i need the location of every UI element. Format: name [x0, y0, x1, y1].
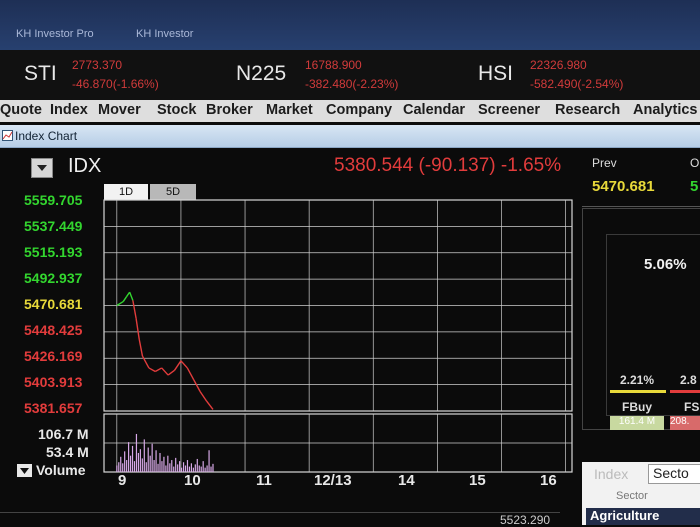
chevron-down-icon [20, 468, 29, 474]
price-line-segment [180, 360, 188, 369]
x-tick-label: 9 [118, 472, 127, 489]
prev-close-value: 5470.681 [592, 178, 655, 195]
volume-dropdown-button[interactable] [17, 464, 32, 477]
price-line-segment [132, 300, 137, 319]
fbuy-value: 161.4 M [610, 416, 664, 430]
tab-sector[interactable]: Secto [648, 464, 700, 484]
price-line-segment [138, 339, 144, 357]
price-line-segment [125, 291, 131, 298]
volume-label: Volume [36, 462, 86, 478]
price-line-segment [167, 369, 175, 376]
x-tick-label: 14 [398, 472, 415, 489]
sector-panel: Index Secto Sector Agriculture [582, 462, 700, 525]
price-line-segment [161, 367, 169, 376]
divider [582, 206, 700, 207]
price-line-segment [148, 367, 156, 373]
prev-label: Prev [592, 156, 617, 170]
fbuy-pct: 2.21% [620, 373, 655, 387]
price-line-segment [128, 291, 134, 301]
open-label: O [690, 156, 700, 170]
sector-column-header[interactable]: Sector [616, 490, 648, 502]
volume-tick-label: 53.4 M [46, 444, 89, 460]
price-line-segment [135, 318, 140, 340]
fbuy-label: FBuy [622, 400, 652, 414]
price-line-segment [193, 379, 201, 392]
grid-lines [104, 200, 572, 472]
open-value-cut: 5 [690, 178, 699, 195]
foreign-pct-value: 5.06% [644, 256, 687, 273]
bottom-strip: 5523.290 [0, 512, 560, 527]
fbuy-bar [610, 390, 666, 393]
price-line-segment [122, 296, 128, 302]
price-line-segment [141, 355, 150, 369]
price-line-segment [154, 367, 163, 373]
x-tick-label: 15 [469, 472, 486, 489]
volume-series [116, 433, 214, 472]
fsell-bar [670, 390, 700, 393]
fsell-label: FS [684, 400, 700, 414]
fsell-pct: 2.8 [680, 373, 697, 387]
volume-tick-label: 106.7 M [38, 426, 89, 442]
right-info-panel: Prev O 5470.681 5 5.06% 2.21% 2.8 FBuy F… [580, 148, 700, 525]
x-tick-label: 11 [256, 472, 272, 489]
price-line-segment [186, 367, 195, 381]
price-line-segment [116, 300, 124, 307]
price-series [116, 291, 214, 410]
price-line-segment [206, 400, 214, 410]
x-tick-label: 10 [184, 472, 201, 489]
x-tick-label: 12/13 [314, 472, 352, 489]
fsell-value: 208. [670, 416, 700, 430]
sector-row-agriculture[interactable]: Agriculture [586, 508, 700, 525]
tab-index[interactable]: Index [594, 466, 628, 482]
price-line-segment [173, 360, 182, 371]
price-line-segment [199, 391, 208, 402]
x-tick-label: 16 [540, 472, 557, 489]
